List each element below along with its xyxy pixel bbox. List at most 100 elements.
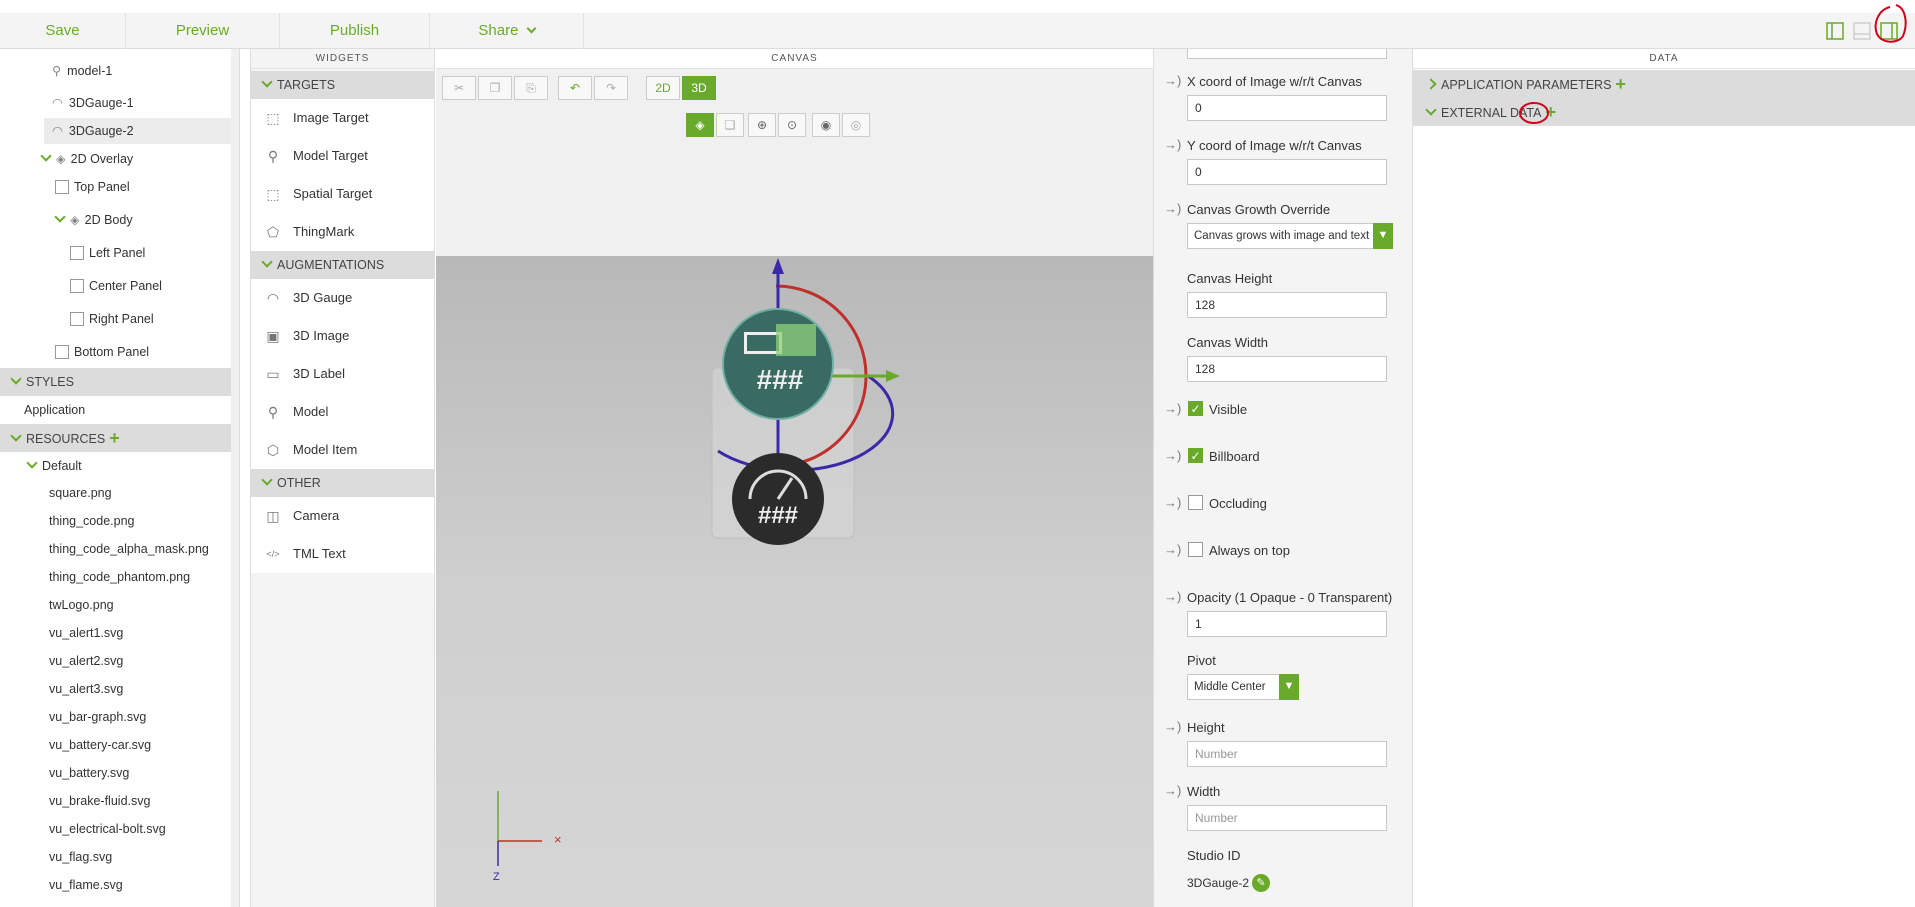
resource-item[interactable]: vu_battery-car.svg [49,732,151,758]
application-parameters-header[interactable]: APPLICATION PARAMETERS + [1413,70,1915,98]
add-resource-icon[interactable]: + [109,424,120,452]
resource-item[interactable]: vu_flag.svg [49,844,112,870]
widget-thingmark[interactable]: ⬠ ThingMark [251,213,434,251]
other-section-header[interactable]: OTHER [251,469,434,497]
zoom-selection-icon[interactable]: ⊙ [778,113,806,137]
binding-arrow-icon[interactable]: →) [1164,495,1181,510]
widget-spatial-target[interactable]: ⬚ Spatial Target [251,175,434,213]
canvas-height-input[interactable]: 128 [1187,292,1387,318]
copy-icon[interactable]: ❐ [478,76,512,100]
styles-item-application[interactable]: Application [24,397,85,423]
resource-item[interactable]: vu_bar-graph.svg [49,704,146,730]
binding-arrow-icon[interactable]: →) [1164,589,1181,604]
x-coord-input[interactable]: 0 [1187,95,1387,121]
tree-item-3dgauge-1[interactable]: ◠ 3DGauge-1 [52,90,134,116]
hide-icon[interactable]: ◉ [812,113,840,137]
binding-arrow-icon[interactable]: →) [1164,201,1181,216]
resource-item[interactable]: square.png [49,480,112,506]
augmentations-section-header[interactable]: AUGMENTATIONS [251,251,434,279]
widget-camera[interactable]: ◫ Camera [251,497,434,535]
canvas-width-input[interactable]: 128 [1187,356,1387,382]
resource-item[interactable]: twLogo.png [49,592,114,618]
width-input[interactable]: Number [1187,805,1387,831]
binding-arrow-icon[interactable]: →) [1164,719,1181,734]
resource-item[interactable]: vu_alert1.svg [49,620,123,646]
tree-item-2d-overlay[interactable]: ◈ 2D Overlay [40,146,133,172]
binding-arrow-icon[interactable]: →) [1164,401,1181,416]
resource-item[interactable]: thing_code_alpha_mask.png [49,536,209,562]
occluding-checkbox[interactable] [1188,495,1203,510]
resource-item[interactable]: vu_brake-fluid.svg [49,788,150,814]
left-panel-toggle-icon[interactable] [1826,22,1844,40]
binding-arrow-icon[interactable]: →) [1164,542,1181,557]
occluding-label: Occluding [1209,496,1267,511]
layers-view-icon[interactable]: ❏ [716,113,744,137]
edit-pencil-icon[interactable]: ✎ [1252,874,1270,892]
always-on-top-checkbox[interactable] [1188,542,1203,557]
binding-arrow-icon[interactable]: →) [1164,448,1181,463]
share-label: Share [478,22,519,39]
widget-3d-label[interactable]: ▭ 3D Label [251,355,434,393]
chevron-down-icon[interactable] [54,211,66,223]
resource-item[interactable]: vu_electrical-bolt.svg [49,816,166,842]
resource-item[interactable]: vu_flame.svg [49,872,123,898]
resources-folder-default[interactable]: Default [26,453,82,479]
save-button[interactable]: Save [0,13,126,49]
widget-3d-gauge[interactable]: ◠ 3D Gauge [251,279,434,317]
preview-button[interactable]: Preview [126,13,280,49]
redo-icon[interactable]: ↷ [594,76,628,100]
visible-checkbox[interactable]: ✓ [1188,401,1203,416]
targets-section-header[interactable]: TARGETS [251,71,434,99]
publish-button[interactable]: Publish [280,13,430,49]
tree-item-top-panel[interactable]: Top Panel [55,174,130,200]
share-button[interactable]: Share [430,13,584,49]
external-data-header[interactable]: EXTERNAL DATA + [1413,98,1915,126]
resource-item[interactable]: vu_battery.svg [49,760,129,786]
tree-item-model-1[interactable]: ⚲ model-1 [52,58,112,84]
undo-icon[interactable]: ↶ [558,76,592,100]
tree-scrollbar[interactable] [231,49,239,907]
resources-section-header[interactable]: RESOURCES + [0,424,239,452]
widget-model-item[interactable]: ⬡ Model Item [251,431,434,469]
bottom-panel-toggle-icon[interactable] [1853,22,1871,40]
show-icon[interactable]: ◎ [842,113,870,137]
mode-3d-button[interactable]: 3D [682,76,716,100]
tree-item-3dgauge-2[interactable]: ◠ 3DGauge-2 [44,118,239,144]
cube-view-icon[interactable]: ◈ [686,113,714,137]
prev-property-input[interactable] [1187,49,1387,59]
add-parameter-icon[interactable]: + [1615,70,1626,98]
zoom-fit-icon[interactable]: ⊕ [748,113,776,137]
mode-2d-button[interactable]: 2D [646,76,680,100]
resource-item[interactable]: thing_code.png [49,508,135,534]
tree-item-left-panel[interactable]: Left Panel [70,240,145,266]
chevron-down-icon[interactable] [40,150,52,162]
resource-item[interactable]: vu_alert2.svg [49,648,123,674]
styles-section-header[interactable]: STYLES [0,368,239,396]
opacity-input[interactable]: 1 [1187,611,1387,637]
binding-arrow-icon[interactable]: →) [1164,783,1181,798]
widget-model-target[interactable]: ⚲ Model Target [251,137,434,175]
binding-arrow-icon[interactable]: →) [1164,73,1181,88]
billboard-checkbox[interactable]: ✓ [1188,448,1203,463]
tree-item-right-panel[interactable]: Right Panel [70,306,154,332]
paste-icon[interactable]: ⎘ [514,76,548,100]
panel-icon [70,279,84,293]
model-target-icon: ⚲ [267,148,279,164]
tree-item-center-panel[interactable]: Center Panel [70,273,162,299]
resource-item[interactable]: thing_code_phantom.png [49,564,190,590]
cut-icon[interactable]: ✂ [442,76,476,100]
widget-tml-text[interactable]: </> TML Text [251,535,434,573]
tree-item-bottom-panel[interactable]: Bottom Panel [55,339,149,365]
widget-3d-image[interactable]: ▣ 3D Image [251,317,434,355]
y-coord-input[interactable]: 0 [1187,159,1387,185]
resource-item[interactable]: vu_alert3.svg [49,676,123,702]
canvas-growth-select[interactable]: Canvas grows with image and text ▼ [1187,223,1393,249]
annotation-circle-icon [1874,4,1907,43]
height-input[interactable]: Number [1187,741,1387,767]
widget-image-target[interactable]: ⬚ Image Target [251,99,434,137]
widget-model[interactable]: ⚲ Model [251,393,434,431]
3d-viewport[interactable]: ### ### × Z [436,256,1153,907]
tree-item-2d-body[interactable]: ◈ 2D Body [54,207,133,233]
pivot-select[interactable]: Middle Center ▼ [1187,674,1299,700]
binding-arrow-icon[interactable]: →) [1164,137,1181,152]
